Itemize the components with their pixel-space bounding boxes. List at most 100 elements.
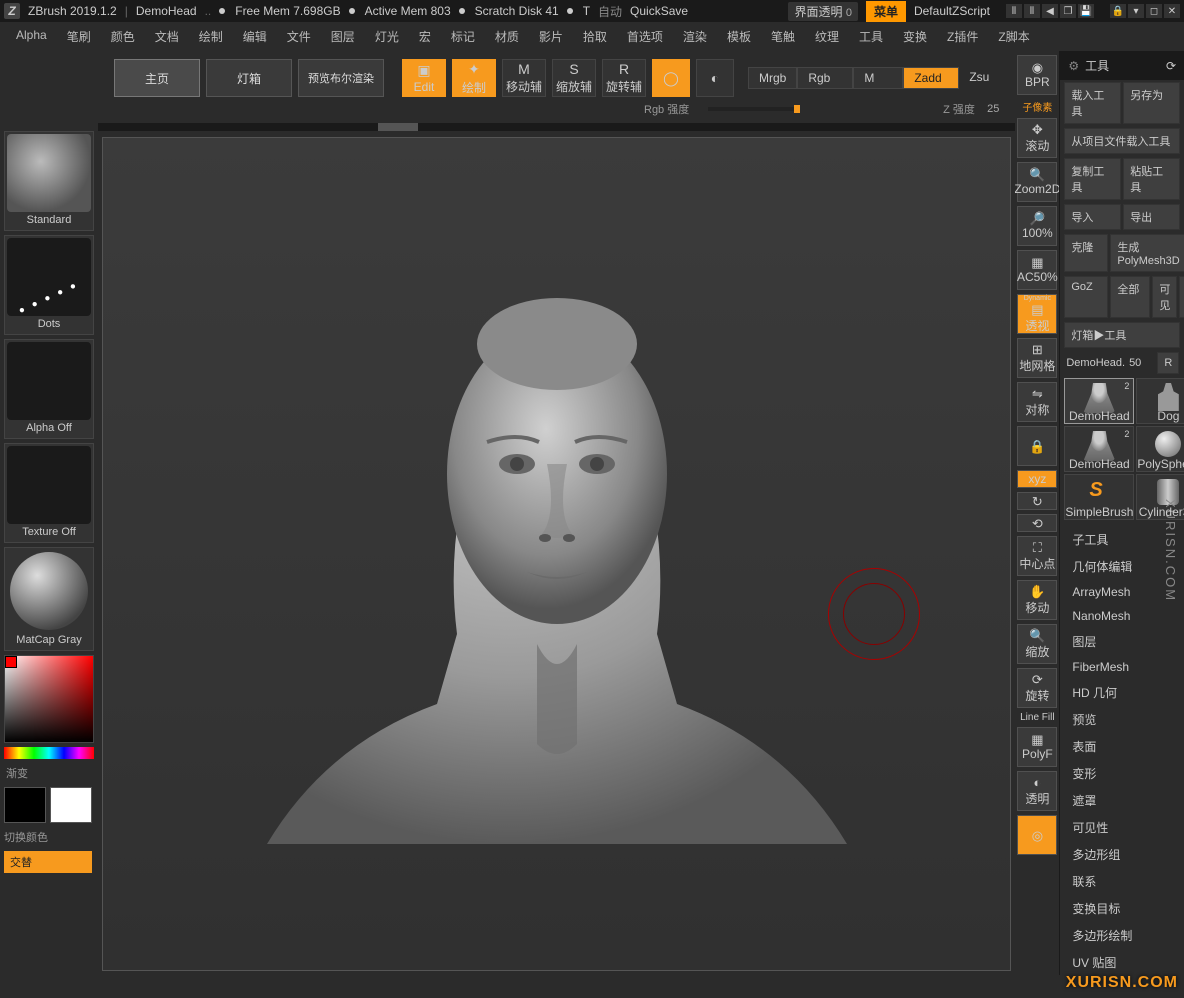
- menu-文档[interactable]: 文档: [145, 24, 189, 49]
- texture-picker[interactable]: Texture Off: [4, 443, 94, 543]
- actual-button[interactable]: 🔎100%: [1017, 206, 1057, 246]
- default-zscript[interactable]: DefaultZScript: [914, 4, 990, 18]
- brush-picker[interactable]: Standard: [4, 131, 94, 231]
- dup-icon[interactable]: ❐: [1060, 4, 1076, 18]
- load-tool-button[interactable]: 载入工具: [1064, 82, 1121, 124]
- menu-拾取[interactable]: 拾取: [573, 24, 617, 49]
- paste-tool-button[interactable]: 粘贴工具: [1123, 158, 1180, 200]
- lightbox-tool-button[interactable]: 灯箱▶工具: [1064, 322, 1180, 348]
- section-FiberMesh[interactable]: FiberMesh: [1060, 655, 1184, 679]
- minimize-icon[interactable]: ▾: [1128, 4, 1144, 18]
- rot-y-button[interactable]: ↻: [1017, 492, 1057, 510]
- gear-icon[interactable]: ⚙: [1068, 59, 1079, 73]
- prev-icon[interactable]: ◀: [1042, 4, 1058, 18]
- sculpt-sphere2-button[interactable]: ◐: [696, 59, 734, 97]
- edit-mode-button[interactable]: ▣Edit: [402, 59, 446, 97]
- swatch-white[interactable]: [50, 787, 92, 823]
- close-icon[interactable]: ✕: [1164, 4, 1180, 18]
- frame-button[interactable]: ⛶中心点: [1017, 536, 1057, 576]
- menu-渲染[interactable]: 渲染: [673, 24, 717, 49]
- alpha-picker[interactable]: Alpha Off: [4, 339, 94, 439]
- zadd-button[interactable]: Zadd: [903, 67, 959, 89]
- xyz-button[interactable]: xyz: [1017, 470, 1057, 488]
- import-button[interactable]: 导入: [1064, 204, 1121, 230]
- clone-button[interactable]: 克隆: [1064, 234, 1108, 272]
- menu-变换[interactable]: 变换: [893, 24, 937, 49]
- menu-材质[interactable]: 材质: [485, 24, 529, 49]
- layout-icon[interactable]: ⫴: [1006, 4, 1022, 18]
- lock-view-button[interactable]: 🔒: [1017, 426, 1057, 466]
- menu-首选项[interactable]: 首选项: [617, 24, 673, 49]
- section-多边形组[interactable]: 多边形组: [1060, 841, 1184, 868]
- make-polymesh-button[interactable]: 生成 PolyMesh3D: [1110, 234, 1184, 272]
- scroll-button[interactable]: ✥滚动: [1017, 118, 1057, 158]
- section-联系[interactable]: 联系: [1060, 868, 1184, 895]
- lock-icon[interactable]: 🔒: [1110, 4, 1126, 18]
- section-变形[interactable]: 变形: [1060, 760, 1184, 787]
- section-遮罩[interactable]: 遮罩: [1060, 787, 1184, 814]
- zsu-button[interactable]: Zsu: [959, 67, 999, 89]
- section-变换目标[interactable]: 变换目标: [1060, 895, 1184, 922]
- scale-mode-button[interactable]: S缩放辅: [552, 59, 596, 97]
- color-picker[interactable]: [4, 655, 94, 743]
- layout2-icon[interactable]: ⫴: [1024, 4, 1040, 18]
- section-多边形绘制[interactable]: 多边形绘制: [1060, 922, 1184, 949]
- tool-thumb-polysphere[interactable]: PolySphere: [1136, 426, 1184, 472]
- r2-button[interactable]: R: [1157, 352, 1179, 374]
- menu-标记[interactable]: 标记: [441, 24, 485, 49]
- rot-z-button[interactable]: ⟲: [1017, 514, 1057, 532]
- section-UV 贴图[interactable]: UV 贴图: [1060, 949, 1184, 975]
- copy-tool-button[interactable]: 复制工具: [1064, 158, 1121, 200]
- move-mode-button[interactable]: M移动辅: [502, 59, 546, 97]
- lightbox-button[interactable]: 灯箱: [206, 59, 292, 97]
- section-NanoMesh[interactable]: NanoMesh: [1060, 604, 1184, 628]
- menu-宏[interactable]: 宏: [409, 24, 441, 49]
- menu-Z脚本[interactable]: Z脚本: [988, 24, 1039, 49]
- menu-纹理[interactable]: 纹理: [805, 24, 849, 49]
- section-表面[interactable]: 表面: [1060, 733, 1184, 760]
- rotate-view-button[interactable]: ⟳旋转: [1017, 668, 1057, 708]
- rgb-button[interactable]: Rgb: [797, 67, 853, 89]
- saveas-button[interactable]: 另存为: [1123, 82, 1180, 124]
- refresh-icon[interactable]: ⟳: [1166, 59, 1176, 73]
- h-scroll[interactable]: [98, 123, 1015, 131]
- transp-button[interactable]: ◐透明: [1017, 771, 1057, 811]
- gradient-label[interactable]: 渐变: [4, 763, 94, 783]
- menu-编辑[interactable]: 编辑: [233, 24, 277, 49]
- hue-bar[interactable]: [4, 747, 94, 759]
- ghost-button[interactable]: ◎: [1017, 815, 1057, 855]
- tool-thumb-cylinder3d[interactable]: Cylinder3D: [1136, 474, 1184, 520]
- stroke-picker[interactable]: Dots: [4, 235, 94, 335]
- zoom-button[interactable]: 🔍Zoom2D: [1017, 162, 1057, 202]
- maximize-icon[interactable]: ◻: [1146, 4, 1162, 18]
- visible-button[interactable]: 可见: [1152, 276, 1177, 318]
- section-HD 几何[interactable]: HD 几何: [1060, 679, 1184, 706]
- viewport[interactable]: [102, 137, 1011, 971]
- tool-thumb-demohead[interactable]: 2DemoHead: [1064, 426, 1134, 472]
- sym-button[interactable]: ⇋对称: [1017, 382, 1057, 422]
- switch-color-label[interactable]: 切换颜色: [4, 827, 94, 847]
- menu-笔触[interactable]: 笔触: [761, 24, 805, 49]
- goz-button[interactable]: GoZ: [1064, 276, 1108, 318]
- material-picker[interactable]: MatCap Gray: [4, 547, 94, 651]
- zoom-view-button[interactable]: 🔍缩放: [1017, 624, 1057, 664]
- menu-工具[interactable]: 工具: [849, 24, 893, 49]
- r-button[interactable]: R: [1179, 276, 1184, 318]
- menu-影片[interactable]: 影片: [529, 24, 573, 49]
- tool-thumb-dog[interactable]: Dog: [1136, 378, 1184, 424]
- swatch-black[interactable]: [4, 787, 46, 823]
- section-图层[interactable]: 图层: [1060, 628, 1184, 655]
- persp-button[interactable]: Dynamic▤透视: [1017, 294, 1057, 334]
- polyf-button[interactable]: ▦PolyF: [1017, 727, 1057, 767]
- section-可见性[interactable]: 可见性: [1060, 814, 1184, 841]
- quicksave-button[interactable]: QuickSave: [630, 4, 688, 18]
- menu-模板[interactable]: 模板: [717, 24, 761, 49]
- rotate-mode-button[interactable]: R旋转辅: [602, 59, 646, 97]
- sculpt-sphere-button[interactable]: ◯: [652, 59, 690, 97]
- export-button[interactable]: 导出: [1123, 204, 1180, 230]
- move-view-button[interactable]: ✋移动: [1017, 580, 1057, 620]
- menu-toggle[interactable]: 菜单: [866, 1, 906, 22]
- tool-thumb-demohead[interactable]: 2DemoHead: [1064, 378, 1134, 424]
- alternate-button[interactable]: 交替: [4, 851, 92, 873]
- bpr-preview-button[interactable]: 预览布尔渲染: [298, 59, 384, 97]
